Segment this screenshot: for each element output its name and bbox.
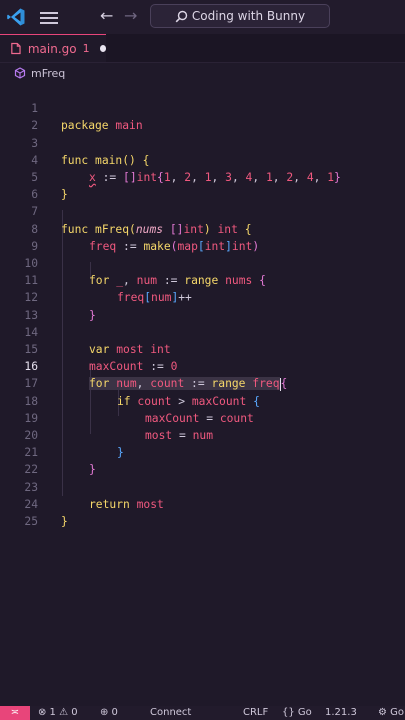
code-line[interactable]: 20 } — [0, 410, 405, 459]
search-text: Coding with Bunny — [191, 9, 306, 23]
title-bar: ← → Coding with Bunny — [0, 0, 405, 34]
code-line-current[interactable]: 16 for num, count := range freq{ — [0, 341, 405, 391]
connect-button[interactable]: Connect — [150, 707, 191, 718]
eol-indicator[interactable]: CRLF — [243, 707, 268, 718]
remote-icon[interactable]: ≍ — [0, 706, 30, 720]
command-center-search[interactable]: Coding with Bunny — [150, 4, 330, 28]
code-line[interactable]: 7 func mFreq(nums []int) int { — [0, 186, 405, 235]
code-line[interactable]: 15 maxCount := 0 — [0, 324, 405, 373]
code-line[interactable]: 1 package main — [0, 83, 405, 132]
status-bar: ≍ ⊗ 1 ⚠ 0 ⊕ 0 Connect CRLF {} Go 1.21.3 … — [0, 706, 405, 720]
code-line[interactable]: 10 for _, num := range nums { — [0, 238, 405, 287]
code-line[interactable]: 14 var most int — [0, 307, 405, 356]
code-line[interactable]: 17 if count > maxCount { — [0, 358, 405, 407]
code-line[interactable]: 25 — [0, 496, 405, 528]
code-line[interactable]: 11 freq[num]++ — [0, 255, 405, 304]
go-version[interactable]: 1.21.3 — [325, 707, 357, 718]
code-line[interactable]: 18 maxCount = count — [0, 375, 405, 425]
code-line[interactable]: 22 — [0, 444, 405, 476]
search-icon — [175, 10, 188, 22]
unsaved-dot-icon[interactable] — [99, 45, 106, 52]
go-settings[interactable]: ⚙ Go — [378, 707, 404, 718]
tab-problem-count: 1 — [82, 42, 90, 55]
code-line[interactable]: 6 — [0, 169, 405, 201]
code-line[interactable]: 9 — [0, 221, 405, 253]
tab-filename: main.go — [27, 41, 77, 56]
problems-indicator[interactable]: ⊗ 1 ⚠ 0 — [38, 707, 78, 718]
breadcrumb: mFreq — [0, 63, 405, 83]
code-line[interactable]: 12 } — [0, 272, 405, 321]
code-line[interactable]: 5 } — [0, 152, 405, 201]
method-symbol-icon — [14, 67, 26, 79]
code-line[interactable]: 2 — [0, 100, 405, 132]
tab-main-go[interactable]: main.go 1 — [0, 34, 106, 62]
code-line[interactable]: 21 } — [0, 427, 405, 476]
language-mode[interactable]: {} Go — [282, 707, 312, 718]
back-arrow-icon[interactable]: ← — [100, 6, 113, 25]
code-line[interactable]: 4 x := []int{1, 2, 1, 3, 4, 1, 2, 4, 1} — [0, 135, 405, 184]
code-line[interactable]: 19 most = num — [0, 393, 405, 442]
breadcrumb-symbol[interactable]: mFreq — [31, 67, 65, 80]
code-editor[interactable]: 1 package main 2 3 func main() { 4 x := … — [0, 83, 405, 700]
code-line[interactable]: 23 return most — [0, 461, 405, 511]
file-icon — [11, 42, 21, 55]
ports-indicator[interactable]: ⊕ 0 — [100, 707, 118, 718]
code-line[interactable]: 24 } — [0, 479, 405, 528]
menu-icon[interactable] — [40, 9, 58, 25]
vscode-logo-icon[interactable] — [6, 7, 26, 27]
line-number: 25 — [24, 515, 38, 528]
code-line[interactable]: 8 freq := make(map[int]int) — [0, 203, 405, 253]
code-line[interactable]: 13 — [0, 289, 405, 322]
tab-bar: main.go 1 — [0, 34, 405, 63]
forward-arrow-icon[interactable]: → — [124, 6, 137, 25]
code-line[interactable]: 3 func main() { — [0, 117, 405, 167]
